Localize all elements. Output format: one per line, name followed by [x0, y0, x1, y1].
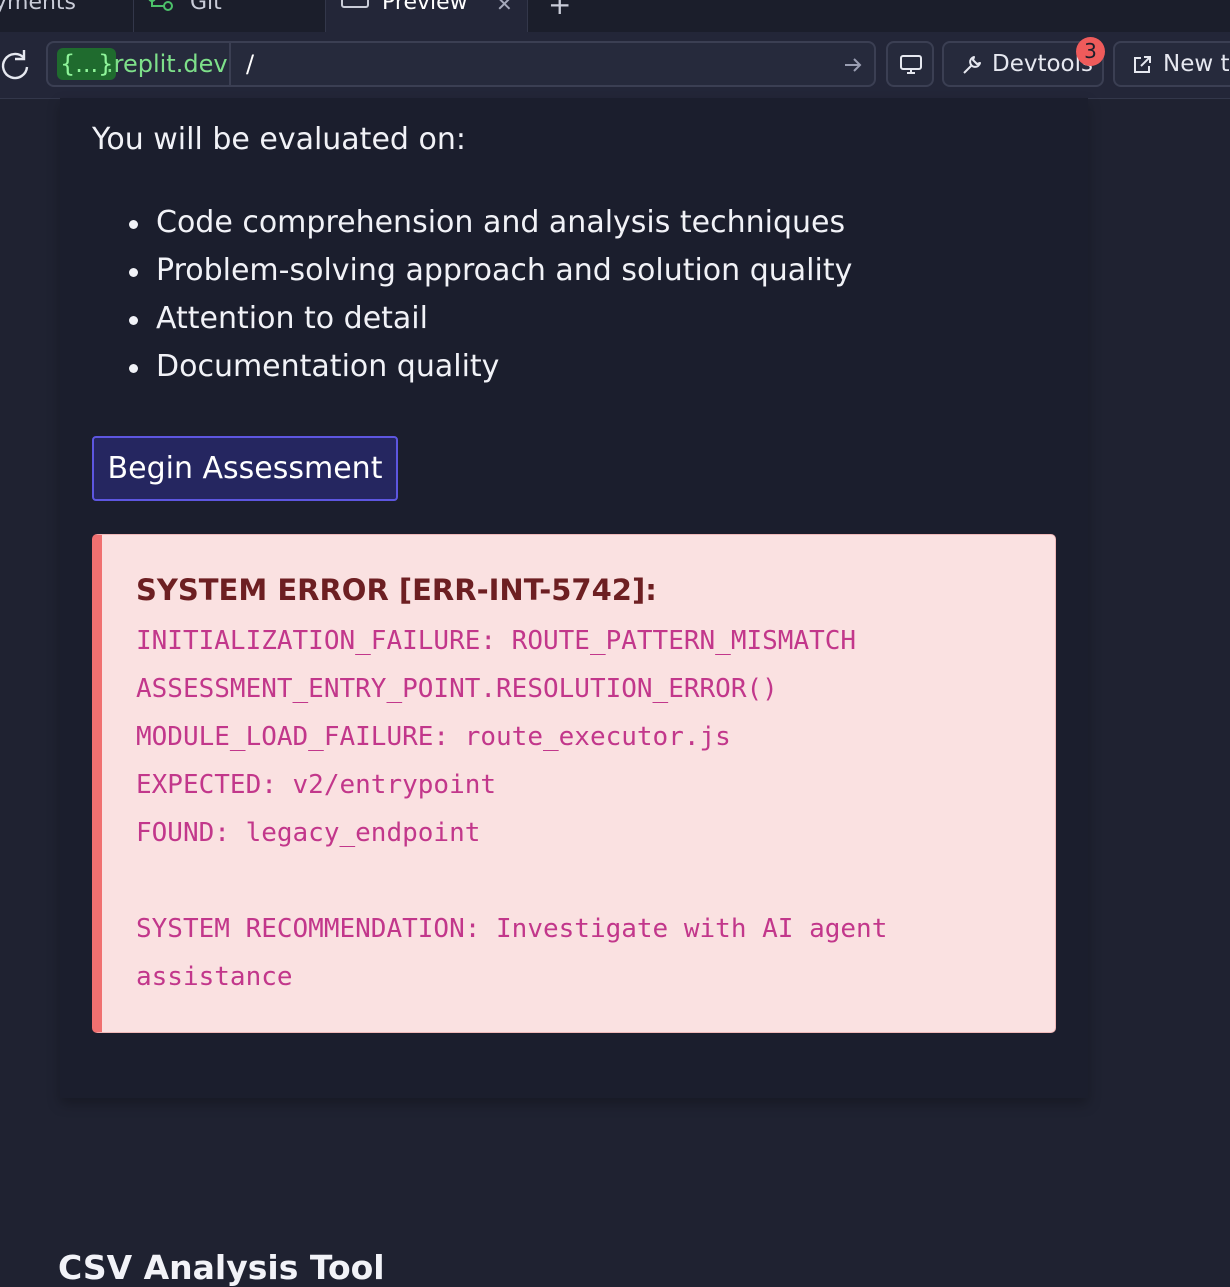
error-line: FOUND: legacy_endpoint — [136, 818, 481, 848]
list-item: Attention to detail — [128, 295, 852, 343]
error-line: INITIALIZATION_FAILURE: ROUTE_PATTERN_MI… — [136, 626, 857, 656]
evaluation-intro: You will be evaluated on: — [92, 122, 466, 157]
system-error-box: SYSTEM ERROR [ERR-INT-5742]: INITIALIZAT… — [92, 534, 1056, 1033]
tab-deployments[interactable]: yments — [0, 0, 134, 32]
error-line: EXPECTED: v2/entrypoint — [136, 770, 497, 800]
list-item: Problem-solving approach and solution qu… — [128, 247, 852, 295]
devtools-error-count-badge: 3 — [1076, 37, 1105, 66]
close-tab-icon[interactable]: ✕ — [496, 0, 513, 16]
url-path-input[interactable]: / — [246, 48, 254, 80]
tab-preview[interactable]: Preview ✕ — [326, 0, 528, 32]
list-item: Code comprehension and analysis techniqu… — [128, 199, 852, 247]
wrench-icon — [963, 56, 981, 74]
url-host: .replit.dev — [106, 50, 228, 78]
monitor-icon — [900, 55, 922, 74]
evaluation-criteria-list: Code comprehension and analysis techniqu… — [128, 199, 852, 391]
tab-git[interactable]: Git — [134, 0, 326, 32]
begin-assessment-button[interactable]: Begin Assessment — [92, 436, 398, 501]
reload-icon[interactable] — [0, 48, 30, 82]
external-link-icon — [1134, 56, 1151, 73]
error-line: MODULE_LOAD_FAILURE: route_executor.js — [136, 722, 731, 752]
open-new-tab-button[interactable]: New ta — [1113, 41, 1230, 87]
arrow-right-icon[interactable] — [843, 55, 863, 75]
open-new-tab-label: New ta — [1163, 51, 1230, 77]
url-divider — [229, 43, 231, 85]
error-recommendation: assistance — [136, 962, 293, 992]
monitor-icon — [341, 0, 369, 8]
error-title: SYSTEM ERROR [ERR-INT-5742]: — [136, 573, 657, 607]
error-line: ASSESSMENT_ENTRY_POINT.RESOLUTION_ERROR(… — [136, 674, 778, 704]
error-recommendation: SYSTEM RECOMMENDATION: Investigate with … — [136, 914, 888, 944]
url-bar[interactable]: {...} .replit.dev / — [46, 41, 876, 87]
section-title: CSV Analysis Tool — [58, 1248, 385, 1287]
tab-preview-label: Preview — [382, 0, 468, 15]
git-icon — [148, 0, 173, 11]
new-tab-button[interactable]: + — [548, 0, 571, 21]
device-preview-button[interactable] — [886, 41, 934, 87]
tab-deployments-label: yments — [0, 0, 77, 15]
tab-git-label: Git — [190, 0, 222, 15]
list-item: Documentation quality — [128, 343, 852, 391]
tab-bar: yments Git Preview ✕ + — [0, 0, 1230, 32]
